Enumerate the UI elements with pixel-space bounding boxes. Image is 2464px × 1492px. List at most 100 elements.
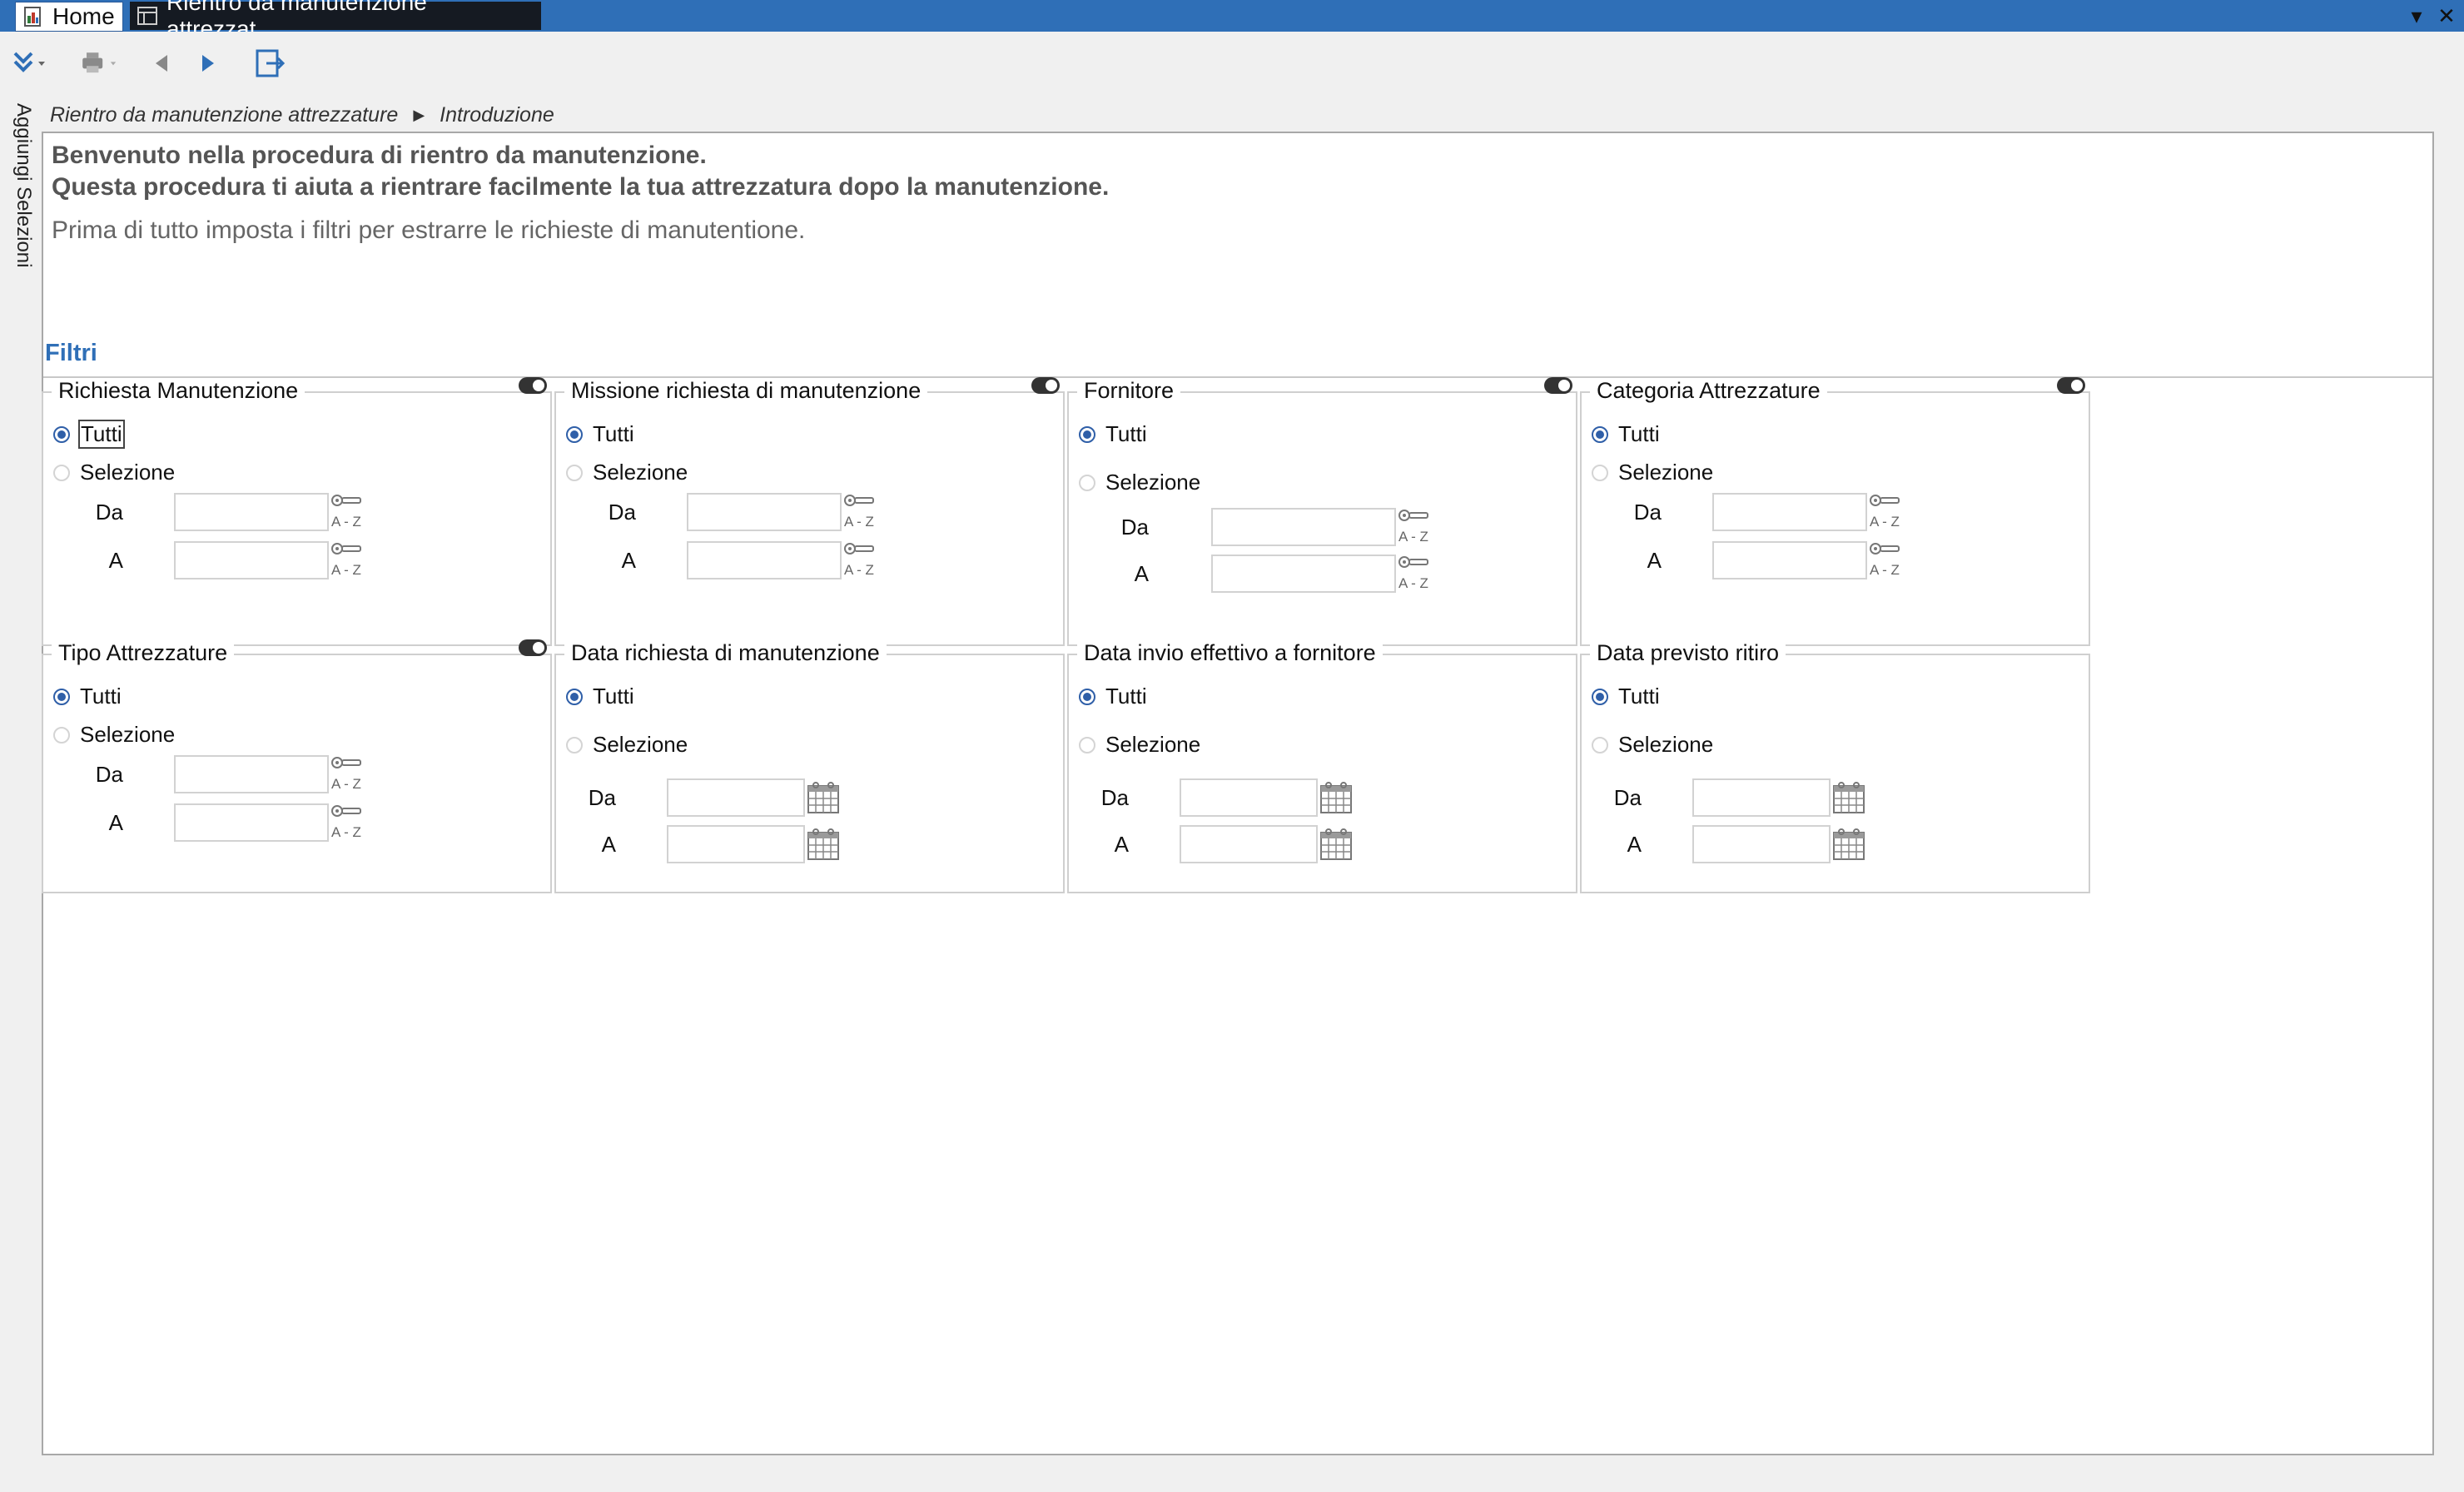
to-input[interactable] bbox=[174, 803, 329, 842]
from-label: Da bbox=[608, 500, 636, 525]
radio-all[interactable]: Tutti bbox=[1592, 421, 1660, 447]
from-date-input[interactable] bbox=[1692, 778, 1831, 817]
svg-text:A - Z: A - Z bbox=[844, 562, 874, 578]
radio-all[interactable]: Tutti bbox=[1079, 421, 1147, 447]
to-date-input[interactable] bbox=[1692, 825, 1831, 863]
lookup-az-icon[interactable]: A - Z bbox=[842, 493, 881, 531]
lookup-az-icon[interactable]: A - Z bbox=[330, 493, 368, 531]
filter-box-title: Richiesta Manutenzione bbox=[52, 378, 306, 404]
radio-all-label: Tutti bbox=[593, 684, 634, 709]
radio-all[interactable]: Tutti bbox=[1592, 684, 1660, 709]
tab-rientro[interactable]: Rientro da manutenzione attrezzat... bbox=[130, 0, 541, 42]
tab-home[interactable]: Home bbox=[15, 2, 123, 32]
radio-unselected-icon bbox=[1079, 474, 1095, 491]
svg-text:A - Z: A - Z bbox=[331, 562, 361, 578]
calendar-icon[interactable] bbox=[1831, 780, 1866, 815]
intro-description: Questa procedura ti aiuta a rientrare fa… bbox=[52, 173, 1110, 201]
from-input[interactable] bbox=[174, 493, 329, 531]
print-button[interactable] bbox=[80, 43, 120, 83]
radio-unselected-icon bbox=[1592, 736, 1608, 753]
radio-selection[interactable]: Selezione bbox=[53, 460, 175, 485]
exit-button[interactable] bbox=[250, 43, 290, 83]
radio-all[interactable]: Tutti bbox=[53, 684, 122, 709]
from-input[interactable] bbox=[1211, 508, 1396, 546]
to-label: A bbox=[601, 832, 616, 857]
svg-text:A - Z: A - Z bbox=[331, 776, 361, 792]
expand-button[interactable] bbox=[8, 43, 48, 83]
to-input[interactable] bbox=[1211, 555, 1396, 593]
lookup-az-icon[interactable]: A - Z bbox=[1868, 541, 1906, 579]
radio-selected-icon bbox=[53, 425, 70, 443]
filter-box: Data previsto ritiro Tutti Selezione Da A bbox=[1580, 640, 2090, 893]
filter-toggle-switch[interactable] bbox=[2057, 377, 2085, 394]
lookup-az-icon[interactable]: A - Z bbox=[330, 755, 368, 793]
radio-all[interactable]: Tutti bbox=[53, 420, 125, 449]
radio-selection[interactable]: Selezione bbox=[1079, 732, 1200, 758]
radio-all[interactable]: Tutti bbox=[566, 684, 634, 709]
from-input[interactable] bbox=[687, 493, 842, 531]
lookup-az-icon[interactable]: A - Z bbox=[1397, 508, 1435, 546]
window-icon bbox=[137, 5, 158, 27]
radio-all[interactable]: Tutti bbox=[1079, 684, 1147, 709]
from-label: Da bbox=[1613, 785, 1642, 810]
to-input[interactable] bbox=[174, 541, 329, 579]
svg-text:A - Z: A - Z bbox=[1870, 562, 1900, 578]
add-selections-tab[interactable]: Aggiungi Selezioni bbox=[12, 103, 35, 267]
filter-toggle-switch[interactable] bbox=[1031, 377, 1060, 394]
breadcrumb-root[interactable]: Rientro da manutenzione attrezzature bbox=[50, 103, 398, 127]
radio-selection-label: Selezione bbox=[80, 722, 176, 747]
radio-selected-icon bbox=[566, 425, 583, 443]
to-date-input[interactable] bbox=[667, 825, 805, 863]
from-label: Da bbox=[95, 500, 123, 525]
to-input[interactable] bbox=[687, 541, 842, 579]
filter-toggle-switch[interactable] bbox=[519, 639, 547, 656]
from-date-input[interactable] bbox=[667, 778, 805, 817]
from-label: Da bbox=[95, 762, 123, 787]
to-date-input[interactable] bbox=[1180, 825, 1318, 863]
calendar-icon[interactable] bbox=[806, 780, 841, 815]
back-button[interactable] bbox=[142, 43, 181, 83]
lookup-az-icon[interactable]: A - Z bbox=[1397, 555, 1435, 593]
svg-text:A - Z: A - Z bbox=[331, 824, 361, 840]
radio-unselected-icon bbox=[53, 726, 70, 744]
filter-toggle-switch[interactable] bbox=[519, 377, 547, 394]
radio-selection[interactable]: Selezione bbox=[566, 460, 688, 485]
radio-unselected-icon bbox=[566, 464, 583, 481]
lookup-az-icon[interactable]: A - Z bbox=[842, 541, 881, 579]
lookup-az-icon[interactable]: A - Z bbox=[330, 541, 368, 579]
filter-toggle-switch[interactable] bbox=[1544, 377, 1572, 394]
radio-selected-icon bbox=[1079, 425, 1095, 443]
close-button[interactable]: ✕ bbox=[2434, 3, 2459, 28]
to-label: A bbox=[108, 810, 123, 835]
calendar-icon[interactable] bbox=[1831, 827, 1866, 862]
radio-all[interactable]: Tutti bbox=[566, 421, 634, 447]
from-label: Da bbox=[1633, 500, 1662, 525]
radio-selected-icon bbox=[1592, 688, 1608, 705]
filter-box-title: Data invio effettivo a fornitore bbox=[1077, 640, 1383, 666]
filter-box-title: Missione richiesta di manutenzione bbox=[564, 378, 928, 404]
lookup-az-icon[interactable]: A - Z bbox=[1868, 493, 1906, 531]
radio-selection[interactable]: Selezione bbox=[1079, 470, 1200, 495]
radio-selection[interactable]: Selezione bbox=[53, 722, 175, 748]
filter-box-title: Fornitore bbox=[1077, 378, 1181, 404]
radio-selection[interactable]: Selezione bbox=[1592, 732, 1713, 758]
tab-list-button[interactable]: ▾ bbox=[2404, 3, 2429, 28]
radio-selection[interactable]: Selezione bbox=[1592, 460, 1713, 485]
radio-selection[interactable]: Selezione bbox=[566, 732, 688, 758]
from-input[interactable] bbox=[1712, 493, 1867, 531]
radio-all-label: Tutti bbox=[1105, 421, 1147, 446]
status-bar bbox=[0, 1460, 2464, 1492]
radio-all-label: Tutti bbox=[78, 420, 125, 449]
lookup-az-icon[interactable]: A - Z bbox=[330, 803, 368, 842]
calendar-icon[interactable] bbox=[1319, 827, 1354, 862]
calendar-icon[interactable] bbox=[1319, 780, 1354, 815]
to-label: A bbox=[108, 548, 123, 573]
from-input[interactable] bbox=[174, 755, 329, 793]
calendar-icon[interactable] bbox=[806, 827, 841, 862]
filter-box: Data richiesta di manutenzione Tutti Selez… bbox=[554, 640, 1065, 893]
radio-selection-label: Selezione bbox=[80, 460, 176, 485]
from-label: Da bbox=[1100, 785, 1129, 810]
from-date-input[interactable] bbox=[1180, 778, 1318, 817]
to-input[interactable] bbox=[1712, 541, 1867, 579]
forward-button[interactable] bbox=[188, 43, 228, 83]
